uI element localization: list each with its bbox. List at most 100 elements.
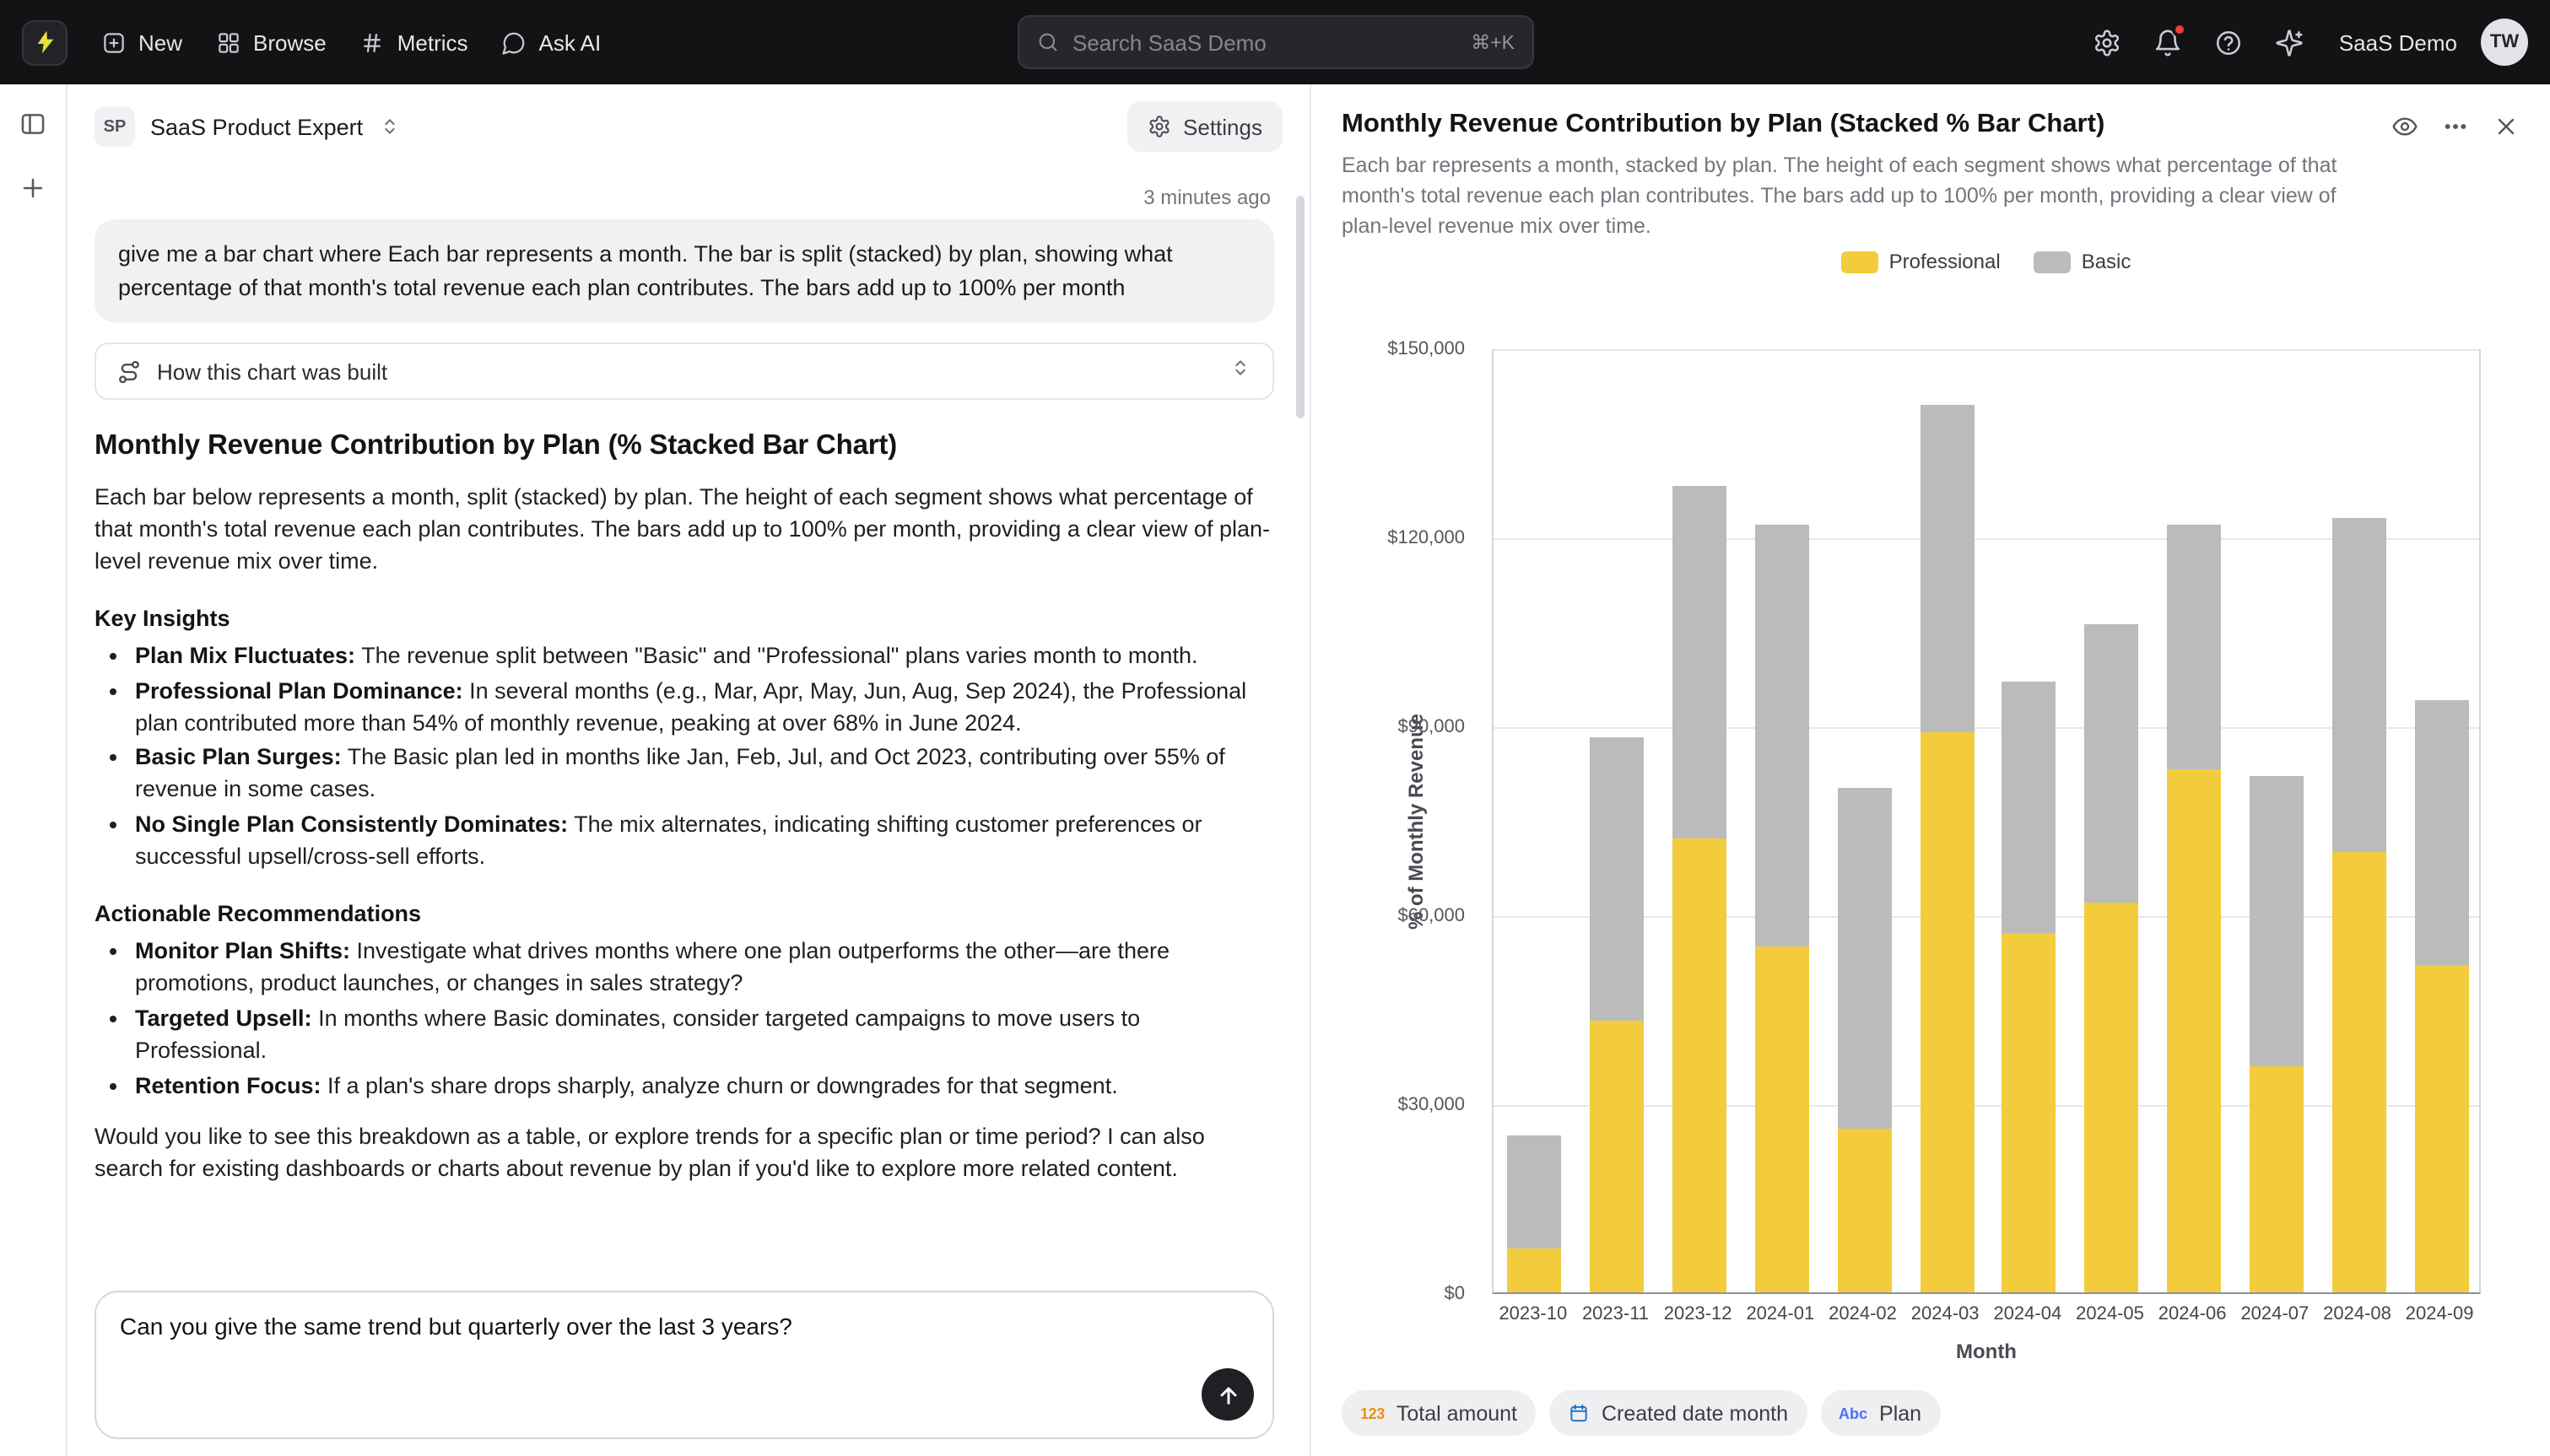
settings-gear-button[interactable] xyxy=(2079,13,2137,71)
bar-segment-basic[interactable] xyxy=(1837,789,1891,1129)
x-axis-tick-label: 2023-11 xyxy=(1582,1304,1649,1324)
bar-segment-professional[interactable] xyxy=(2002,933,2056,1292)
chip-label: Plan xyxy=(1879,1401,1921,1425)
bar-segment-basic[interactable] xyxy=(2331,518,2385,852)
chevrons-up-down-icon xyxy=(378,115,402,138)
gear-icon xyxy=(1148,115,1171,138)
abc-field-icon: Abc xyxy=(1839,1405,1867,1421)
dimension-chip-created-date-month[interactable]: Created date month xyxy=(1549,1390,1807,1436)
bar-segment-professional[interactable] xyxy=(1590,1022,1644,1292)
new-thread-button[interactable] xyxy=(11,165,55,209)
route-icon xyxy=(116,359,142,384)
search-shortcut: ⌘+K xyxy=(1471,30,1515,54)
more-options-button[interactable] xyxy=(2432,103,2479,150)
bullet-lead: Retention Focus: xyxy=(135,1072,321,1097)
bar-segment-professional[interactable] xyxy=(2167,769,2221,1292)
new-button[interactable]: New xyxy=(84,18,199,67)
bullet-text: If a plan's share drops sharply, analyze… xyxy=(327,1072,1118,1097)
list-item: Targeted Upsell: In months where Basic d… xyxy=(135,1004,1274,1068)
bar-segment-basic[interactable] xyxy=(1590,738,1644,1022)
chevrons-up-down-icon xyxy=(1229,355,1252,379)
bar-segment-professional[interactable] xyxy=(1755,946,1809,1292)
bar-segment-basic[interactable] xyxy=(1508,1135,1562,1248)
chat-input[interactable]: Can you give the same trend but quarterl… xyxy=(120,1311,1181,1399)
bar-segment-basic[interactable] xyxy=(1920,404,1974,731)
list-item: Retention Focus: If a plan's share drops… xyxy=(135,1070,1274,1103)
chat-scroll-area: 3 minutes ago give me a bar chart where … xyxy=(68,169,1310,1277)
bar-group xyxy=(1988,349,2071,1292)
bar-segment-professional[interactable] xyxy=(1837,1129,1891,1292)
metrics-button[interactable]: Metrics xyxy=(343,18,485,67)
lightning-bolt-icon xyxy=(31,29,58,56)
send-button[interactable] xyxy=(1202,1368,1254,1421)
bar-group xyxy=(1576,349,1659,1292)
bullet-lead: Professional Plan Dominance: xyxy=(135,677,463,703)
x-axis-tick-label: 2023-10 xyxy=(1499,1304,1567,1324)
expand-collapse-control[interactable] xyxy=(1229,355,1252,387)
bar-segment-professional[interactable] xyxy=(1920,731,1974,1292)
chart-actions xyxy=(2381,103,2530,150)
bar-segment-professional[interactable] xyxy=(1672,839,1726,1292)
app-logo[interactable] xyxy=(22,19,68,65)
search-input[interactable] xyxy=(1072,30,1457,55)
project-switcher[interactable]: SaaS Demo xyxy=(2339,30,2457,55)
chat-input-box[interactable]: Can you give the same trend but quarterl… xyxy=(95,1291,1274,1439)
legend-item-basic[interactable]: Basic xyxy=(2034,250,2131,273)
x-axis-ticks: 2023-102023-112023-122024-012024-022024-… xyxy=(1492,1304,2481,1331)
list-item: Monitor Plan Shifts: Investigate what dr… xyxy=(135,936,1274,1000)
calendar-icon xyxy=(1568,1402,1590,1424)
bar-segment-basic[interactable] xyxy=(1672,486,1726,839)
bar-segment-basic[interactable] xyxy=(2002,682,2056,934)
help-button[interactable] xyxy=(2201,13,2258,71)
assistant-answer: Monthly Revenue Contribution by Plan (% … xyxy=(95,430,1274,1186)
answer-closing: Would you like to see this breakdown as … xyxy=(95,1123,1274,1187)
agent-selector[interactable]: SP SaaS Product Expert xyxy=(95,106,402,147)
legend-label: Basic xyxy=(2082,250,2131,273)
top-navbar: New Browse Metrics Ask AI ⌘+K xyxy=(0,0,2550,84)
answer-title: Monthly Revenue Contribution by Plan (% … xyxy=(95,430,1274,462)
chart-panel: Monthly Revenue Contribution by Plan (St… xyxy=(1311,84,2550,1456)
bar-segment-basic[interactable] xyxy=(2250,776,2304,1065)
agent-settings-label: Settings xyxy=(1183,114,1262,139)
metrics-button-label: Metrics xyxy=(397,30,468,55)
x-axis-tick-label: 2024-06 xyxy=(2158,1304,2227,1324)
user-avatar[interactable]: TW xyxy=(2481,19,2528,66)
close-panel-button[interactable] xyxy=(2482,103,2530,150)
panel-left-icon xyxy=(19,109,47,138)
browse-button-label: Browse xyxy=(253,30,327,55)
bar-segment-basic[interactable] xyxy=(2084,625,2138,903)
plot-area xyxy=(1492,349,2481,1294)
bar-segment-professional[interactable] xyxy=(2331,851,2385,1292)
global-search[interactable]: ⌘+K xyxy=(1017,15,1533,69)
dimension-chip-plan[interactable]: Abc Plan xyxy=(1820,1390,1940,1436)
bar-segment-professional[interactable] xyxy=(1508,1248,1562,1292)
ai-sparkles-button[interactable] xyxy=(2261,13,2319,71)
y-axis-tick-label: $30,000 xyxy=(1397,1095,1465,1115)
notifications-button[interactable] xyxy=(2140,13,2197,71)
bar-segment-professional[interactable] xyxy=(2250,1065,2304,1292)
bar-segment-basic[interactable] xyxy=(2414,700,2468,965)
toggle-sidebar-button[interactable] xyxy=(11,101,55,145)
chat-scrollbar-thumb[interactable] xyxy=(1296,196,1305,418)
bar-segment-professional[interactable] xyxy=(2084,902,2138,1292)
agent-avatar: SP xyxy=(95,106,135,147)
how-chart-was-built-toggle[interactable]: How this chart was built xyxy=(95,342,1274,400)
search-icon xyxy=(1035,30,1059,54)
metric-chip-total-amount[interactable]: 123 Total amount xyxy=(1342,1390,1536,1436)
sparkles-icon xyxy=(2276,28,2304,57)
list-item: No Single Plan Consistently Dominates: T… xyxy=(135,811,1274,875)
browse-button[interactable]: Browse xyxy=(199,18,343,67)
ellipsis-icon xyxy=(2442,113,2469,140)
agent-settings-button[interactable]: Settings xyxy=(1127,101,1283,152)
view-chart-button[interactable] xyxy=(2381,103,2428,150)
bar-segment-professional[interactable] xyxy=(2414,965,2468,1292)
legend-item-professional[interactable]: Professional xyxy=(1842,250,2001,273)
hash-icon xyxy=(360,30,386,55)
bar-segment-basic[interactable] xyxy=(1755,524,1809,946)
bar-segment-basic[interactable] xyxy=(2167,524,2221,769)
bullet-lead: Plan Mix Fluctuates: xyxy=(135,643,355,668)
bullet-lead: Monitor Plan Shifts: xyxy=(135,938,350,963)
bar-group xyxy=(1823,349,1906,1292)
y-axis-ticks: $0$30,000$60,000$90,000$120,000$150,000 xyxy=(1311,349,1478,1294)
ask-ai-button[interactable]: Ask AI xyxy=(485,18,619,67)
